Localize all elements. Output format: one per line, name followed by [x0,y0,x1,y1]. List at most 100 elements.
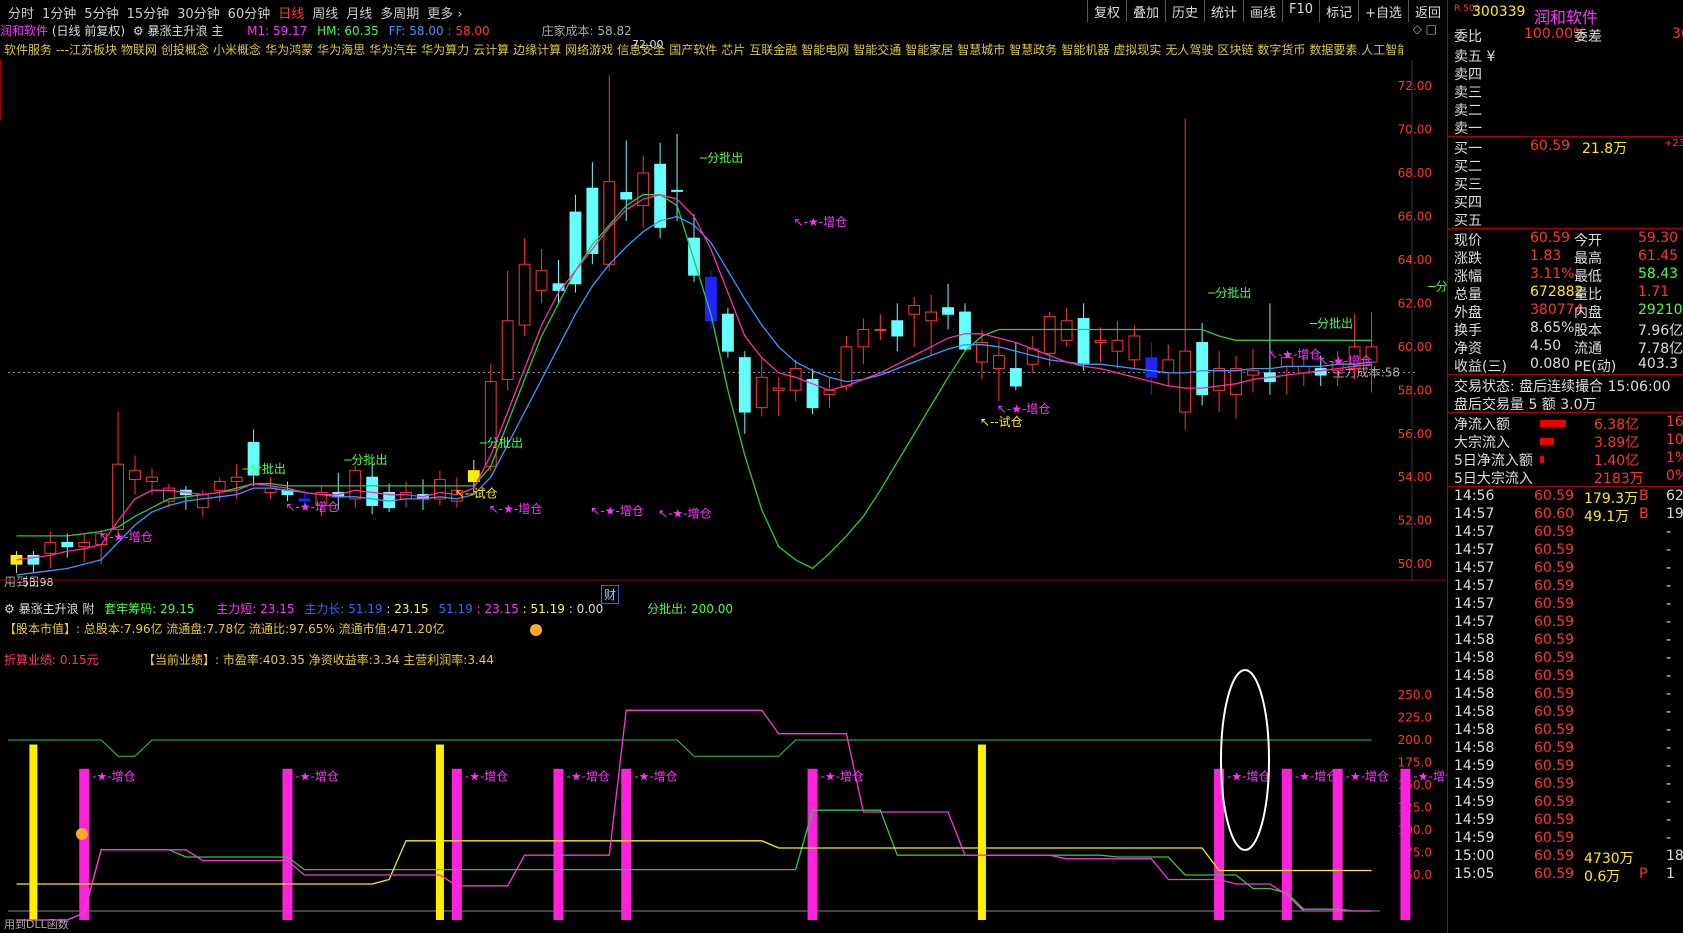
stat-label: 收益(三) [1454,359,1507,375]
tick-row: 14:57 60.60 49.1万 B 19 [1454,506,1683,525]
weibi-label: 委比 [1454,29,1482,45]
tick-price: 60.59 [1534,758,1575,774]
y-tick-label: 58.00 [1398,383,1432,397]
flow-row: 净流入额 6.38亿 16% [1454,414,1683,433]
tick-price: 60.59 [1534,596,1575,612]
candle-body [1060,320,1073,341]
candle-body [61,541,74,548]
stat-label-2: 今开 [1574,233,1602,249]
candle-body [1111,339,1124,352]
sub-green-band [8,739,1372,757]
tick-price: 60.59 [1534,812,1575,828]
tick-price: 60.59 [1534,632,1575,648]
bid-label: 买一 [1454,141,1482,157]
tick-count: - [1666,830,1672,846]
tick-volume: 4730万 [1584,851,1634,867]
candle-body [1094,339,1107,343]
cai-badge[interactable]: 财 [601,585,620,604]
flow-pct: 0% [1666,468,1683,484]
ask-row: 卖四 [1454,64,1683,83]
candle-body [1162,359,1175,374]
flow-bar [1540,438,1554,445]
tick-row: 14:59 60.59 - [1454,776,1683,794]
zhuli-chang: 主力长: 51.19 [304,602,383,616]
candle-body [501,320,514,380]
fenpichu-value: 分批出: 200.00 [647,602,733,616]
stat-label: 总量 [1454,287,1482,303]
candle-body [1230,368,1242,396]
fenpichu-label: ─分批出 [343,452,387,467]
magenta-signal-bar [282,768,293,920]
candle-body [349,470,362,500]
zengcang-label: ↖-★-增仓 [794,215,847,229]
tick-row: 14:59 60.59 - [1454,758,1683,776]
stat-row: 收益(三) 0.080 PE(动) 403.3 [1454,356,1683,375]
candle-body [637,172,650,207]
tick-row: 14:58 60.59 - [1454,650,1683,668]
sub-settings-icon[interactable]: ⚙ [4,602,15,616]
tick-row: 14:58 60.59 - [1454,632,1683,650]
zengcang-label: ↖-★-增仓 [489,502,542,516]
flow-row: 5日大宗流入 2183万 0% [1454,468,1683,487]
tick-count: - [1666,740,1672,756]
bid-row: 买四 [1454,192,1683,211]
weicha-label: 委差 [1574,29,1602,45]
ask-label: 卖二 [1454,103,1482,119]
divider [1448,228,1683,229]
stat-label: 涨跌 [1454,251,1482,267]
flow-value: 1.40亿 [1594,453,1640,469]
divider [1448,136,1683,137]
candle-body [772,387,785,391]
bid-label: 买二 [1454,159,1482,175]
stat-value-2: 403.3 [1638,356,1679,372]
tick-row: 14:57 60.59 - [1454,524,1683,542]
y-tick-label: 72.00 [1398,79,1432,93]
sub-indicator-name[interactable]: 暴涨主升浪 附 [19,602,95,616]
y-tick-label: 62.00 [1398,296,1432,310]
stat-value-2: 59.30 [1638,230,1679,246]
ask-label: 卖五 ¥ [1454,49,1496,65]
candle-body [518,263,531,326]
candle-body [535,270,548,291]
tick-time: 14:59 [1454,812,1495,828]
stat-row: 涨幅 3.11% 最低 58.43 [1454,266,1683,285]
shicang-label: ↖--试仓 [455,486,498,501]
suojin-value: 套牢筹码: 29.15 [104,602,195,616]
flow-row: 大宗流入 3.89亿 10% [1454,432,1683,451]
candle-body [688,237,700,276]
y-tick-label: 64.00 [1398,253,1432,267]
stat-label: 净资 [1454,341,1482,357]
candle-body [738,357,751,413]
sub-y-tick-label: 175.0 [1398,756,1432,770]
tick-price: 60.59 [1534,740,1575,756]
flow-value: 2183万 [1594,471,1644,487]
sub-v4: : 51.19 [522,602,565,616]
fenpichu-label: ─分批出 [242,461,286,476]
tick-price: 60.59 [1534,560,1575,576]
trade-status-row: 交易状态: 盘后连续撮合 15:06:00 [1454,376,1683,395]
zengcang-label: ↖-★-增仓 [997,402,1050,416]
candle-body [1077,318,1090,365]
y-tick-label: 70.00 [1398,123,1432,137]
tick-time: 14:59 [1454,794,1495,810]
up-arrow-marker [76,828,88,840]
tick-count: 1 [1666,866,1675,882]
tick-row: 14:58 60.59 - [1454,668,1683,686]
flow-label: 5日大宗流入 [1454,471,1533,487]
ask-row: 卖二 [1454,100,1683,119]
tick-count: - [1666,650,1672,666]
tick-row: 14:57 60.59 - [1454,560,1683,578]
tick-time: 14:57 [1454,542,1495,558]
sub-y-tick-label: 250.0 [1398,688,1432,702]
sub-v1: : 23.15 [386,602,429,616]
stat-label-2: 流通 [1574,341,1602,357]
flow-value: 3.89亿 [1594,435,1640,451]
candle-body [230,476,243,483]
flow-bar [1540,456,1544,463]
tick-time: 14:57 [1454,524,1495,540]
sub-zengcang-label: -★-增仓 [1346,770,1389,784]
flow-value: 6.38亿 [1594,417,1640,433]
current-perf: 【当前业绩】: 市盈率:403.35 净资收益率:3.34 主营利润率:3.44 [143,653,495,667]
candle-body [1128,335,1141,361]
stat-value: 1.83 [1530,248,1562,264]
